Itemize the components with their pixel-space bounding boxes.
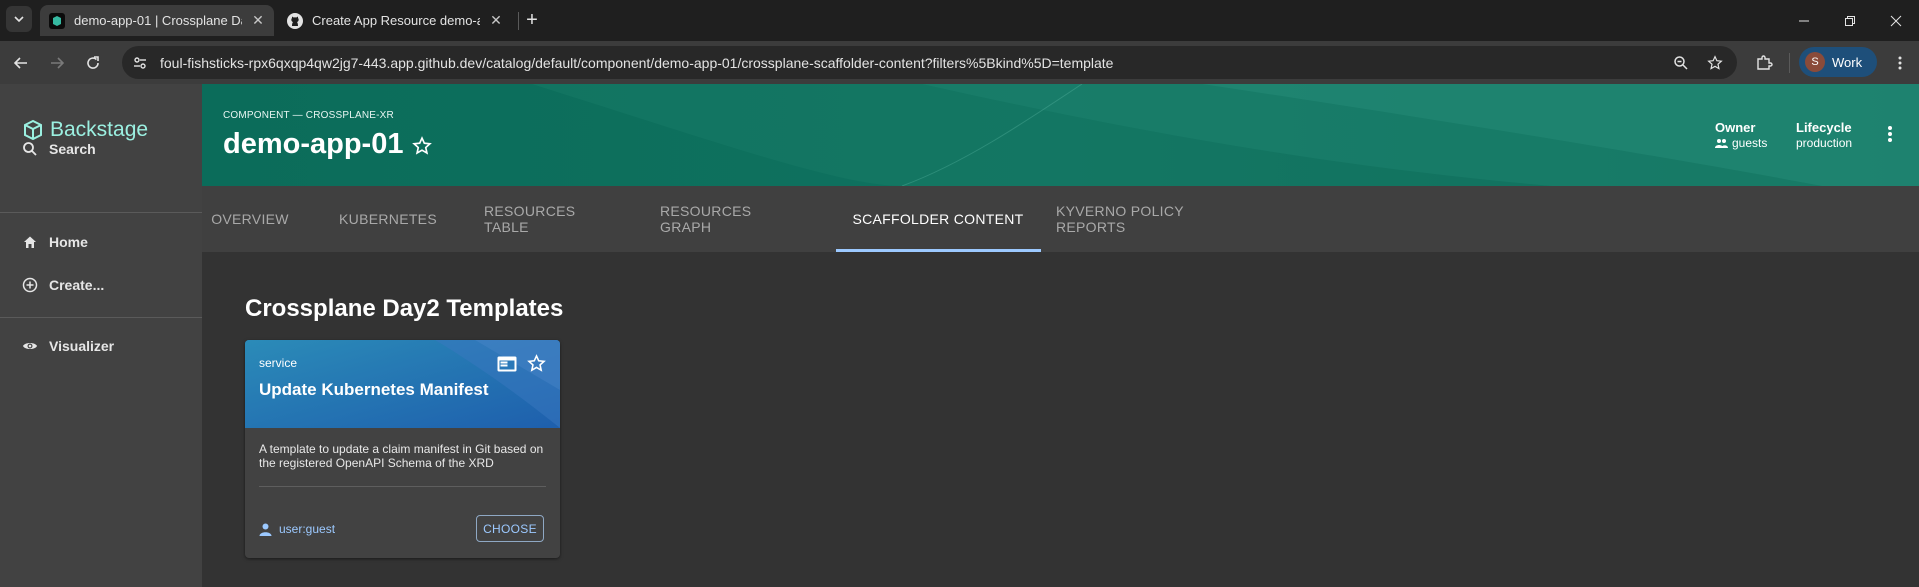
eye-icon — [23, 343, 37, 349]
minimize-button[interactable] — [1781, 0, 1827, 41]
tab-search-button[interactable] — [6, 6, 32, 32]
tab-kyverno-policy-reports[interactable]: KYVERNO POLICY REPORTS — [1056, 186, 1256, 252]
card-owner-name: user:guest — [279, 522, 336, 536]
backstage-logo[interactable]: Backstage — [22, 118, 148, 142]
tab-scaffolder-content[interactable]: SCAFFOLDER CONTENT — [836, 186, 1040, 252]
card-description: A template to update a claim manifest in… — [259, 442, 544, 470]
sidebar-item-visualizer[interactable]: Visualizer — [22, 338, 114, 354]
more-vert-icon — [1898, 56, 1902, 70]
avatar: S — [1805, 52, 1825, 72]
restore-button[interactable] — [1827, 0, 1873, 41]
page-title: demo-app-01 — [223, 128, 404, 160]
sidebar-item-label: Home — [49, 234, 88, 250]
sidebar-item-label: Create... — [49, 277, 105, 293]
bookmark-star-icon[interactable] — [1702, 50, 1728, 76]
browser-tab-title: Create App Resource demo-app — [312, 13, 480, 28]
favorite-star-button[interactable] — [412, 136, 432, 161]
entity-kind: COMPONENT — CROSSPLANE-XR — [223, 110, 394, 121]
owner-label: Owner — [1715, 120, 1756, 135]
close-icon — [1890, 15, 1902, 26]
sidebar-divider — [0, 212, 202, 213]
sidebar-divider — [0, 317, 202, 318]
backstage-logo-icon — [24, 119, 42, 141]
group-icon — [1715, 139, 1728, 148]
owner-value[interactable]: guests — [1715, 136, 1767, 150]
backstage-favicon-icon — [49, 12, 65, 29]
extensions-button[interactable] — [1751, 50, 1777, 76]
browser-tab-title: demo-app-01 | Crossplane Day — [74, 13, 242, 28]
choose-button[interactable]: CHOOSE — [476, 515, 544, 542]
add-circle-icon — [22, 277, 38, 293]
view-template-button[interactable] — [497, 356, 517, 377]
close-icon[interactable]: ✕ — [486, 11, 506, 31]
card-favorite-button[interactable] — [527, 354, 546, 378]
tab-overview[interactable]: OVERVIEW — [202, 186, 298, 252]
section-title: Crossplane Day2 Templates — [245, 295, 564, 322]
github-icon — [287, 12, 303, 29]
tab-resources-graph[interactable]: RESOURCES GRAPH — [660, 186, 788, 252]
card-type: service — [259, 356, 298, 370]
star-outline-icon — [527, 354, 546, 372]
card-owner-link[interactable]: user:guest — [259, 522, 335, 536]
new-tab-button[interactable]: + — [520, 8, 544, 32]
star-outline-icon — [412, 136, 432, 155]
chevron-down-icon — [14, 16, 24, 23]
web-asset-icon — [497, 356, 517, 371]
reload-icon — [87, 56, 99, 69]
card-title: Update Kubernetes Manifest — [259, 380, 489, 399]
puzzle-icon — [1757, 55, 1773, 70]
tab-separator — [518, 12, 519, 30]
sidebar-item-label: Visualizer — [49, 338, 115, 354]
reload-button[interactable] — [80, 50, 106, 76]
window-close-button[interactable] — [1873, 0, 1919, 41]
site-settings-icon[interactable] — [126, 49, 154, 77]
card-header: service Update Kubernetes Manifest — [245, 340, 560, 428]
search-icon — [23, 142, 37, 156]
profile-label: Work — [1832, 54, 1863, 70]
tab-kubernetes[interactable]: KUBERNETES — [339, 186, 437, 252]
card-divider — [259, 486, 546, 487]
forward-button[interactable] — [44, 50, 70, 76]
sidebar-item-create[interactable]: Create... — [22, 277, 104, 293]
owner-name: guests — [1732, 136, 1768, 150]
minimize-icon — [1799, 20, 1809, 21]
restore-icon — [1845, 15, 1855, 26]
template-card: service Update Kubernetes Manifest A tem… — [245, 340, 560, 558]
profile-button[interactable]: S Work — [1799, 47, 1877, 77]
browser-tab-active[interactable]: demo-app-01 | Crossplane Day ✕ — [40, 5, 274, 36]
home-icon — [24, 236, 36, 248]
toolbar-divider — [1789, 53, 1790, 73]
browser-menu-button[interactable] — [1887, 50, 1913, 76]
entity-menu-button[interactable] — [1882, 124, 1898, 149]
address-bar[interactable]: foul-fishsticks-rpx6qxqp4qw2jg7-443.app.… — [122, 46, 1737, 79]
back-button[interactable] — [8, 50, 34, 76]
more-vert-icon — [1888, 126, 1892, 142]
browser-tab-strip: demo-app-01 | Crossplane Day ✕ Create Ap… — [0, 0, 1919, 41]
arrow-left-icon — [13, 57, 27, 69]
header-background-decoration — [202, 84, 1919, 186]
entity-header: COMPONENT — CROSSPLANE-XR demo-app-01 Ow… — [202, 84, 1919, 186]
sidebar-item-search[interactable]: Search — [22, 141, 96, 157]
sidebar: Backstage Search Home Create... Visualiz… — [0, 84, 202, 587]
browser-tab[interactable]: Create App Resource demo-app ✕ — [278, 5, 512, 36]
close-icon[interactable]: ✕ — [248, 11, 268, 31]
active-tab-indicator — [836, 249, 1041, 252]
sidebar-item-home[interactable]: Home — [22, 234, 88, 250]
sidebar-item-label: Search — [49, 141, 96, 157]
url-text: foul-fishsticks-rpx6qxqp4qw2jg7-443.app.… — [160, 54, 1114, 71]
lifecycle-value: production — [1796, 136, 1853, 150]
person-icon — [259, 523, 272, 536]
card-actions — [497, 354, 546, 378]
arrow-right-icon — [51, 57, 65, 69]
entity-tabs: OVERVIEW KUBERNETES RESOURCES TABLE RESO… — [202, 186, 1919, 252]
browser-toolbar: foul-fishsticks-rpx6qxqp4qw2jg7-443.app.… — [0, 41, 1919, 84]
lifecycle-label: Lifecycle — [1796, 120, 1852, 135]
zoom-icon[interactable] — [1668, 50, 1694, 76]
tab-resources-table[interactable]: RESOURCES TABLE — [484, 186, 612, 252]
logo-text: Backstage — [50, 118, 149, 141]
